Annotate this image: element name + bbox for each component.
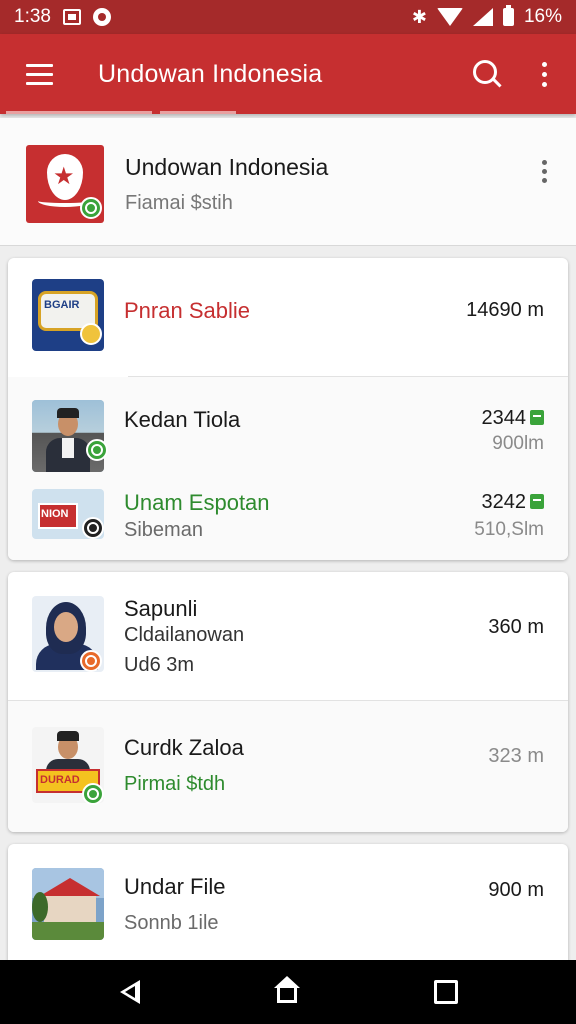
item-subtitle-2: Ud6 3m: [124, 654, 195, 676]
list-item[interactable]: BGAIR Pnran Sablie 14690 m: [8, 258, 568, 376]
item-subtitle: Sibeman: [124, 519, 203, 541]
status-bar: 1:38 ✱ 16%: [0, 0, 576, 34]
verified-badge-icon: [80, 197, 102, 219]
item-distance: 900 m: [488, 879, 544, 901]
home-icon[interactable]: [274, 976, 300, 1006]
list-item[interactable]: Undar File Sonnb 1ile 900 m: [8, 844, 568, 974]
app-title: Undowan Indonesia: [98, 59, 323, 88]
list-item[interactable]: Kedan Tiola 2344 900lm: [8, 377, 568, 472]
item-title: Kedan Tiola: [124, 407, 241, 432]
verified-badge-icon: [86, 439, 108, 461]
app-notification-icon: [92, 8, 111, 26]
logo-text: BGAIR: [44, 299, 80, 311]
item-title: Unam Espotan: [124, 490, 270, 515]
verified-badge-icon: [82, 783, 104, 805]
item-title: Curdk Zaloa: [124, 735, 244, 760]
star-icon: ★: [53, 163, 75, 190]
search-icon[interactable]: [462, 50, 510, 98]
tab-indicator-secondary: [160, 111, 236, 114]
app-bar: Undowan Indonesia: [0, 34, 576, 114]
item-distance: 360 m: [488, 616, 544, 638]
card-group-1: BGAIR Pnran Sablie 14690 m Kedan Tiola 2…: [8, 258, 568, 560]
item-title: Undar File: [124, 874, 226, 899]
item-distance: 323 m: [488, 745, 544, 767]
item-subtitle: Cldailanowan: [124, 624, 245, 646]
back-icon[interactable]: [118, 978, 144, 1006]
signal-icon: [472, 8, 493, 26]
item-count: 3242: [482, 491, 544, 514]
wifi-icon: [436, 8, 463, 26]
item-subtitle: Sonnb 1ile: [124, 912, 219, 934]
item-distance: 900lm: [492, 433, 544, 454]
bluetooth-icon: ✱: [411, 6, 427, 27]
card-group-2: Sapunli Cldailanowan Ud6 3m 360 m DURAD …: [8, 572, 568, 832]
battery-icon: [502, 5, 514, 26]
battery-percent: 16%: [523, 6, 562, 27]
channel-header[interactable]: ★: [0, 118, 576, 246]
item-subtitle: Pirmai $tdh: [124, 773, 226, 795]
store-icon: [530, 494, 544, 509]
channel-subtitle: Fiamai $stih: [125, 192, 233, 214]
badge-icon: [80, 650, 102, 672]
item-distance: 14690 m: [466, 299, 544, 321]
card-group-3: Undar File Sonnb 1ile 900 m: [8, 844, 568, 974]
store-icon: [530, 410, 544, 425]
item-title: Sapunli: [124, 596, 198, 621]
status-time: 1:38: [14, 6, 51, 27]
channel-title: Undowan Indonesia: [125, 154, 329, 180]
thumbnail-person: [32, 400, 104, 472]
recents-icon[interactable]: [434, 980, 458, 1004]
camera-badge-icon: [82, 517, 104, 539]
list-item[interactable]: Sapunli Cldailanowan Ud6 3m 360 m: [8, 572, 568, 700]
item-title: Pnran Sablie: [124, 298, 250, 323]
notification-icon: [62, 9, 81, 25]
more-vert-icon[interactable]: [520, 50, 568, 98]
item-count: 2344: [482, 407, 544, 430]
list-item[interactable]: NION Unam Espotan Sibeman 3242 510,Slm: [8, 469, 568, 560]
thumbnail-logo: BGAIR: [32, 279, 104, 351]
item-distance: 510,Slm: [474, 519, 544, 540]
sign-text: NION: [41, 508, 69, 520]
menu-icon[interactable]: [12, 47, 66, 101]
banner-text: DURAD: [40, 774, 80, 786]
thumbnail-house: [32, 868, 104, 940]
header-more-icon[interactable]: [530, 154, 558, 188]
system-nav-bar: [0, 960, 576, 1024]
coin-badge-icon: [80, 323, 102, 345]
tab-indicator: [6, 111, 152, 114]
list-item[interactable]: DURAD Curdk Zaloa Pirmai $tdh 323 m: [8, 701, 568, 832]
